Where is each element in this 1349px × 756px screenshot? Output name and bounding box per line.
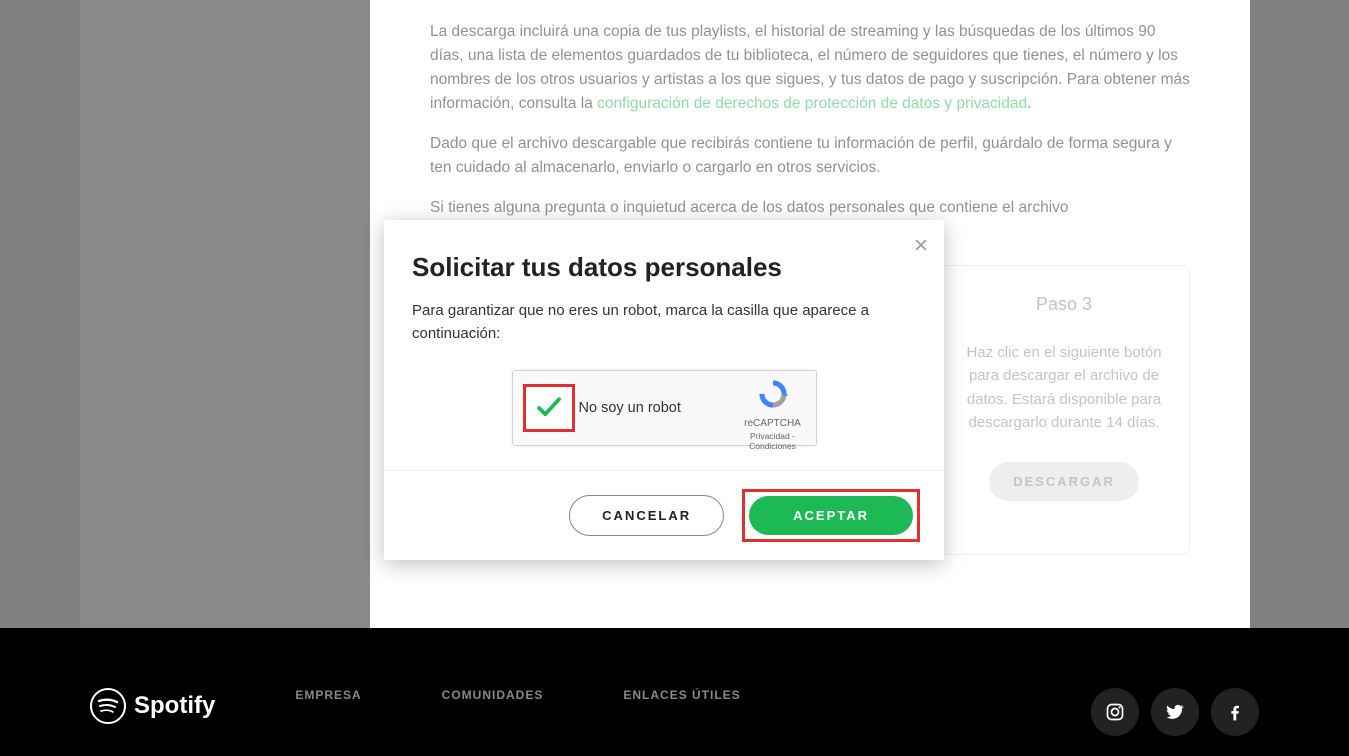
modal-text: Para garantizar que no eres un robot, ma… <box>412 299 916 346</box>
recaptcha-logo-icon <box>756 377 790 411</box>
recaptcha-terms-text[interactable]: Privacidad - Condiciones <box>738 431 808 451</box>
close-icon[interactable]: × <box>914 234 928 258</box>
footer-col-empresa: EMPRESA <box>295 688 361 702</box>
recaptcha-widget: No soy un robot reCAPTCHA Privacidad - C… <box>512 370 817 446</box>
spotify-logo-text: Spotify <box>134 692 215 720</box>
accept-button-highlight: ACEPTAR <box>742 489 920 542</box>
sidebar <box>80 0 370 628</box>
download-button[interactable]: DESCARGAR <box>989 462 1139 501</box>
footer-social <box>1091 688 1259 736</box>
paragraph-1-end: . <box>1027 95 1031 112</box>
accept-button[interactable]: ACEPTAR <box>749 496 913 535</box>
twitter-link[interactable] <box>1151 688 1199 736</box>
paragraph-3: Si tienes alguna pregunta o inquietud ac… <box>430 196 1190 220</box>
spotify-logo[interactable]: Spotify <box>90 688 215 724</box>
recaptcha-brand-text: reCAPTCHA <box>738 418 808 429</box>
modal-title: Solicitar tus datos personales <box>412 252 916 283</box>
modal-footer: CANCELAR ACEPTAR <box>384 470 944 560</box>
footer: Spotify EMPRESA COMUNIDADES ENLACES ÚTIL… <box>0 628 1349 756</box>
instagram-link[interactable] <box>1091 688 1139 736</box>
footer-col-enlaces: ENLACES ÚTILES <box>623 688 740 702</box>
footer-heading-enlaces: ENLACES ÚTILES <box>623 688 740 702</box>
request-data-modal: × Solicitar tus datos personales Para ga… <box>384 220 944 560</box>
footer-col-comunidades: COMUNIDADES <box>442 688 544 702</box>
spotify-icon <box>90 688 126 724</box>
step-3-card: Paso 3 Haz clic en el siguiente botón pa… <box>938 265 1190 555</box>
recaptcha-branding: reCAPTCHA Privacidad - Condiciones <box>738 377 808 451</box>
paragraph-2: Dado que el archivo descargable que reci… <box>430 132 1190 180</box>
footer-heading-empresa: EMPRESA <box>295 688 361 702</box>
facebook-icon <box>1225 702 1245 722</box>
step-3-body: Haz clic en el siguiente botón para desc… <box>959 341 1169 434</box>
checkmark-icon <box>534 393 564 423</box>
instagram-icon <box>1105 702 1125 722</box>
step-3-title: Paso 3 <box>959 294 1169 315</box>
recaptcha-checkbox[interactable] <box>523 384 575 432</box>
recaptcha-label: No soy un robot <box>579 400 681 416</box>
cancel-button[interactable]: CANCELAR <box>569 495 724 536</box>
twitter-icon <box>1165 702 1185 722</box>
facebook-link[interactable] <box>1211 688 1259 736</box>
main-text: La descarga incluirá una copia de tus pl… <box>430 20 1190 220</box>
privacy-config-link[interactable]: configuración de derechos de protección … <box>597 95 1027 112</box>
footer-heading-comunidades: COMUNIDADES <box>442 688 544 702</box>
